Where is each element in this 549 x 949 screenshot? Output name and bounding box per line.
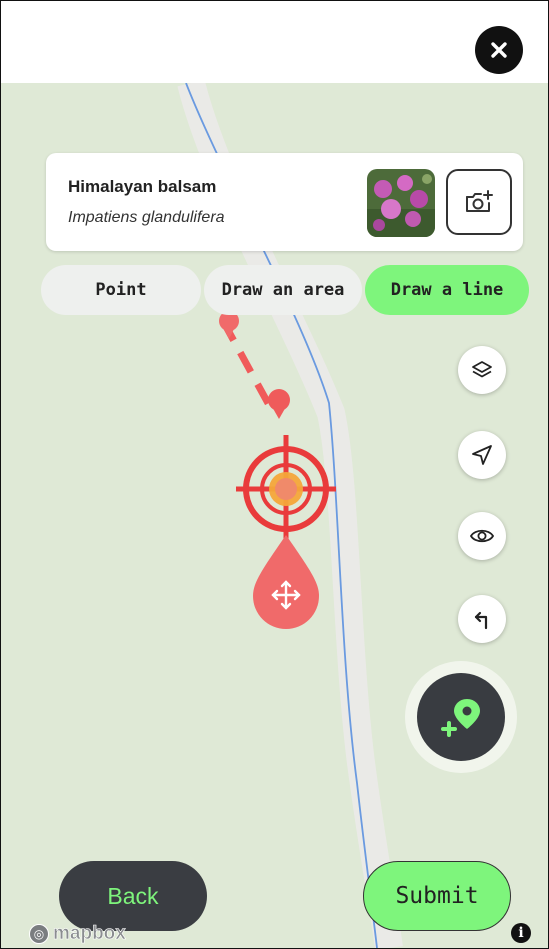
top-bar xyxy=(1,1,548,83)
mode-point-button[interactable]: Point xyxy=(41,265,201,315)
species-card: Himalayan balsam Impatiens glandulifera xyxy=(46,153,523,251)
mapbox-logo[interactable]: ◎ mapbox xyxy=(29,923,126,945)
species-photo[interactable] xyxy=(367,169,435,237)
layers-icon xyxy=(472,361,492,378)
mode-draw-line-button[interactable]: Draw a line xyxy=(365,265,529,315)
species-latin-name: Impatiens glandulifera xyxy=(68,209,225,226)
navigation-button[interactable] xyxy=(458,431,506,479)
species-common-name: Himalayan balsam xyxy=(68,177,217,196)
crosshair-target xyxy=(236,435,336,543)
app-frame: Himalayan balsam Impatiens glandulifera xyxy=(0,0,549,949)
back-button[interactable]: Back xyxy=(59,861,207,931)
add-photo-button[interactable] xyxy=(446,169,512,235)
add-point-button[interactable] xyxy=(417,673,505,761)
mode-draw-area-button[interactable]: Draw an area xyxy=(204,265,362,315)
camera-add-icon xyxy=(466,190,493,212)
navigation-icon xyxy=(472,445,492,465)
flower-photo xyxy=(367,169,435,237)
undo-button[interactable] xyxy=(458,595,506,643)
visibility-button[interactable] xyxy=(458,512,506,560)
submit-button[interactable]: Submit xyxy=(363,861,511,931)
undo-icon xyxy=(474,611,488,630)
close-button[interactable] xyxy=(475,26,523,74)
close-icon xyxy=(491,42,507,58)
mapbox-logo-text: mapbox xyxy=(53,923,126,945)
eye-icon xyxy=(469,529,495,543)
attribution-info-icon[interactable]: i xyxy=(511,923,531,943)
layers-button[interactable] xyxy=(458,346,506,394)
drag-handle[interactable] xyxy=(253,535,319,629)
add-location-icon xyxy=(441,699,480,737)
mapbox-mark-icon: ◎ xyxy=(29,924,49,944)
